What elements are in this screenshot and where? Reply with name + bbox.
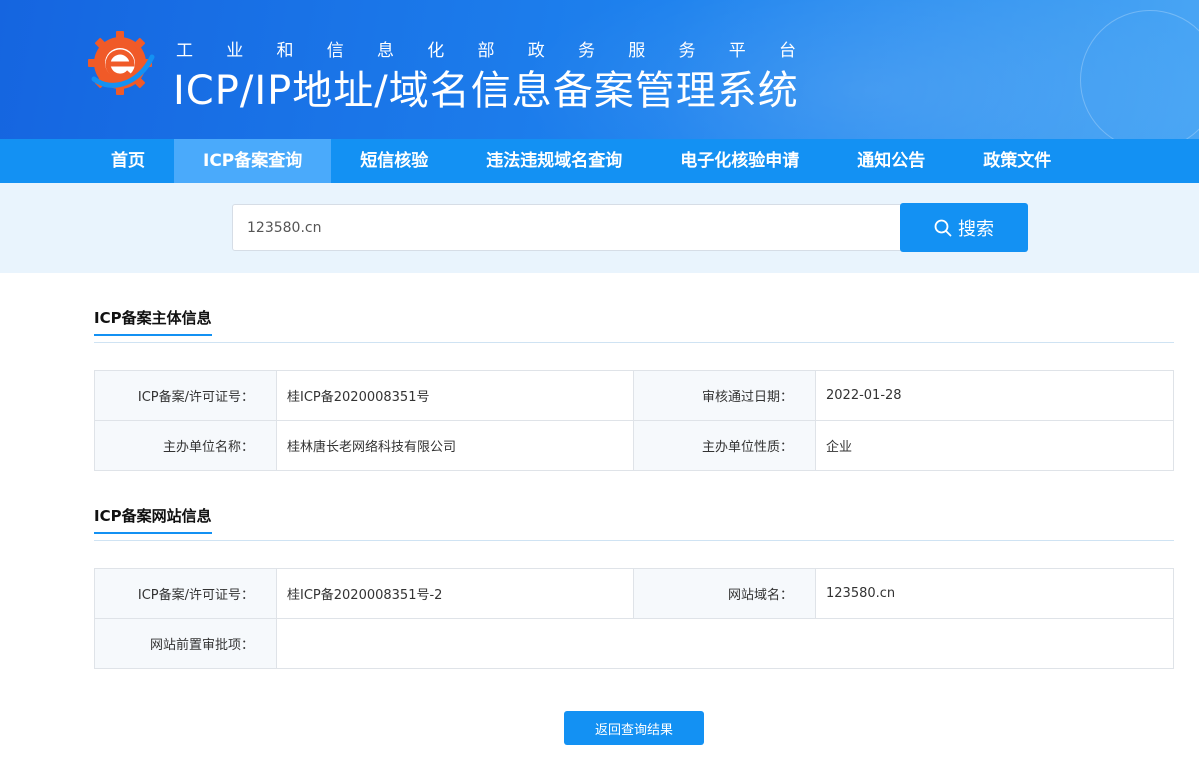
field-label: ICP备案/许可证号：: [94, 370, 277, 421]
field-value: [276, 618, 1174, 669]
field-label: ICP备案/许可证号：: [94, 568, 277, 619]
field-label: 主办单位性质：: [633, 420, 816, 471]
section-title: ICP备案网站信息: [94, 505, 212, 534]
table-row: ICP备案/许可证号： 桂ICP备2020008351号-2 网站域名： 123…: [94, 568, 1174, 619]
search-icon: [934, 219, 952, 236]
field-value: 2022-01-28: [815, 370, 1174, 421]
nav-item-sms-verify[interactable]: 短信核验: [331, 139, 457, 183]
nav-item-notices[interactable]: 通知公告: [828, 139, 954, 183]
search-button-label: 搜索: [958, 218, 994, 240]
subject-section-header: ICP备案主体信息: [94, 307, 1174, 343]
subject-info-table: ICP备案/许可证号： 桂ICP备2020008351号 审核通过日期： 202…: [94, 370, 1174, 471]
search-band: 搜索: [0, 183, 1199, 273]
field-value: 123580.cn: [815, 568, 1174, 619]
field-label: 网站域名：: [633, 568, 816, 619]
main-nav: 首页 ICP备案查询 短信核验 违法违规域名查询 电子化核验申请 通知公告 政策…: [0, 139, 1199, 183]
system-title: ICP/IP地址/域名信息备案管理系统: [173, 68, 799, 114]
nav-item-policy-docs[interactable]: 政策文件: [954, 139, 1080, 183]
table-row: ICP备案/许可证号： 桂ICP备2020008351号 审核通过日期： 202…: [94, 370, 1174, 421]
nav-item-icp-query[interactable]: ICP备案查询: [174, 139, 332, 183]
field-value: 企业: [815, 420, 1174, 471]
section-title: ICP备案主体信息: [94, 307, 212, 336]
nav-item-illegal-domain-query[interactable]: 违法违规域名查询: [457, 139, 651, 183]
search-button[interactable]: 搜索: [900, 203, 1028, 252]
search-input[interactable]: [232, 204, 902, 251]
field-value: 桂ICP备2020008351号: [276, 370, 634, 421]
site-header: 工 业 和 信 息 化 部 政 务 服 务 平 台 ICP/IP地址/域名信息备…: [0, 0, 1199, 139]
nav-item-e-verify-apply[interactable]: 电子化核验申请: [651, 139, 828, 183]
nav-item-home[interactable]: 首页: [82, 139, 174, 183]
back-to-results-button[interactable]: 返回查询结果: [564, 711, 704, 745]
field-label: 网站前置审批项：: [94, 618, 277, 669]
website-section-header: ICP备案网站信息: [94, 505, 1174, 541]
table-row: 网站前置审批项：: [94, 618, 1174, 669]
field-label: 主办单位名称：: [94, 420, 277, 471]
gear-e-logo-icon[interactable]: [84, 27, 156, 99]
table-row: 主办单位名称： 桂林唐长老网络科技有限公司 主办单位性质： 企业: [94, 420, 1174, 471]
field-value: 桂ICP备2020008351号-2: [276, 568, 634, 619]
field-value: 桂林唐长老网络科技有限公司: [276, 420, 634, 471]
field-label: 审核通过日期：: [633, 370, 816, 421]
website-info-table: ICP备案/许可证号： 桂ICP备2020008351号-2 网站域名： 123…: [94, 568, 1174, 669]
